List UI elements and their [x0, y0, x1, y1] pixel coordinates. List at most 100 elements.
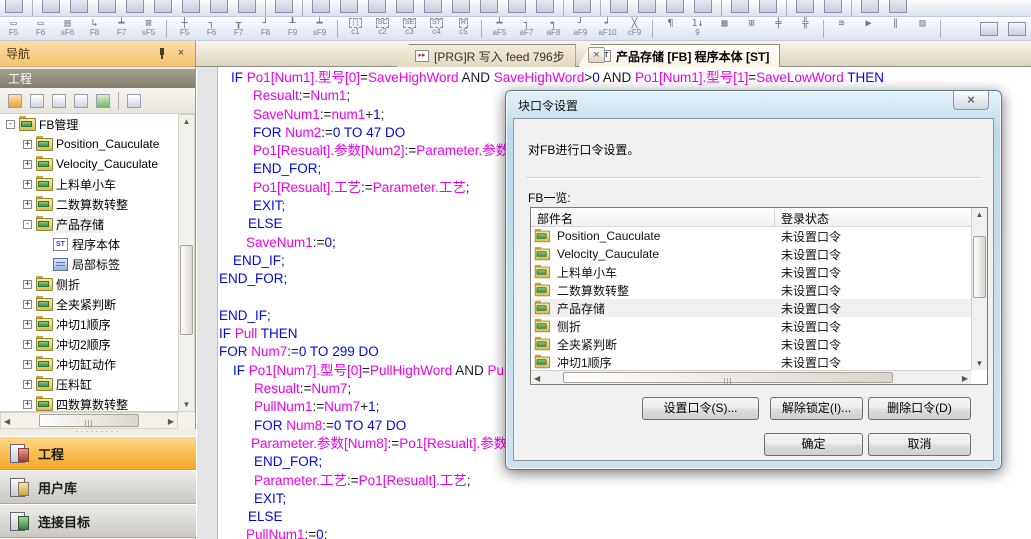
expand-icon[interactable]: + — [23, 320, 32, 329]
monitor-≋-icon[interactable]: ≋ — [829, 18, 854, 40]
tree-scroll-right-icon[interactable]: ▶ — [168, 417, 174, 426]
tree-item-冲切缸动作[interactable]: +冲切缸动作 — [0, 354, 178, 374]
fb-list-row-Position_Cauculate[interactable]: Position_Cauculate未设置口令 — [531, 227, 971, 245]
paste-icon[interactable] — [49, 92, 69, 110]
window-5-icon[interactable] — [421, 0, 445, 16]
inline-st-boxes-c2-icon[interactable]: SCc2 — [370, 18, 395, 40]
cross-reference-icon[interactable] — [691, 0, 715, 16]
panel-button-project[interactable]: 工程 — [0, 436, 196, 470]
collapse-icon[interactable]: - — [6, 120, 15, 129]
list-vertical-scrollbar[interactable]: ▲ ▼ — [971, 208, 987, 370]
list-horizontal-scrollbar[interactable]: ◀ ||| ▶ — [531, 370, 971, 384]
expand-icon[interactable]: + — [23, 380, 32, 389]
column-header-part-name[interactable]: 部件名 — [531, 208, 775, 226]
inline-st-boxes-c4-icon[interactable]: STc4 — [424, 18, 449, 40]
toolbar-end-icon[interactable] — [1005, 19, 1029, 39]
inline-st-boxes-c1-icon[interactable]: ┆┆c1 — [343, 18, 368, 40]
project-section-bar[interactable]: 工程 — [0, 69, 195, 88]
monitor-∥-icon[interactable]: ∥ — [883, 18, 908, 40]
toolbar-end-icon[interactable] — [977, 19, 1001, 39]
tree-item-上料单小车[interactable]: +上料单小车 — [0, 174, 178, 194]
zoom-out-icon[interactable] — [886, 0, 910, 16]
ladder-symbols-1-sF6-icon[interactable]: ▤sF6 — [55, 18, 80, 40]
fb-list-row-全夹紧判断[interactable]: 全夹紧判断未设置口令 — [531, 335, 971, 353]
build-icon[interactable] — [607, 0, 631, 16]
inline-st-boxes-c5-icon[interactable]: Rc5 — [451, 18, 476, 40]
list-scroll-left-icon[interactable]: ◀ — [534, 374, 540, 383]
dialog-button-设置口令S[interactable]: 设置口令(S)... — [642, 397, 759, 420]
column-header-status[interactable]: 登录状态 — [775, 208, 971, 226]
fb-list-row-产品存储[interactable]: 产品存储未设置口令 — [531, 299, 971, 317]
ladder-symbols-3-aF5-icon[interactable]: ┷aF5 — [487, 18, 512, 40]
filter-dropdown-icon[interactable] — [124, 92, 144, 110]
tree-item-Velocity_Cauculate[interactable]: +Velocity_Cauculate — [0, 154, 178, 174]
tree-item-二数算数转整[interactable]: +二数算数转整 — [0, 194, 178, 214]
pin-icon[interactable] — [154, 46, 170, 61]
fb-list-row-Velocity_Cauculate[interactable]: Velocity_Cauculate未设置口令 — [531, 245, 971, 263]
line-delete-icon[interactable] — [207, 0, 231, 16]
expand-icon[interactable]: + — [23, 340, 32, 349]
ladder-symbols-3-aF7-icon[interactable]: ┐aF7 — [514, 18, 539, 40]
list-scroll-right-icon[interactable]: ▶ — [962, 374, 968, 383]
dialog-button-解除锁定I[interactable]: 解除锁定(I)... — [770, 397, 863, 420]
window-3-icon[interactable] — [365, 0, 389, 16]
misc-edit-▦-icon[interactable]: ▦ — [712, 18, 737, 40]
list-scroll-thumb[interactable] — [973, 236, 986, 298]
expand-icon[interactable]: + — [23, 140, 32, 149]
tab-product-store-st[interactable]: ST 产品存储 [FB] 程序本体 [ST] — [578, 44, 780, 67]
list-scroll-down-icon[interactable]: ▼ — [972, 359, 987, 368]
fb-list[interactable]: 部件名 登录状态 Position_Cauculate未设置口令Velocity… — [530, 207, 988, 385]
tab-prg-feed[interactable]: ▸▸ [PRG]R 写入 feed 796步 — [396, 44, 576, 67]
window-1-icon[interactable] — [309, 0, 333, 16]
tree-scroll-up-icon[interactable]: ▲ — [179, 117, 194, 126]
note-icon[interactable] — [123, 0, 147, 16]
window-9-icon[interactable] — [505, 0, 529, 16]
expand-icon[interactable]: + — [23, 360, 32, 369]
select-arrow-icon[interactable] — [2, 0, 26, 16]
tree-scroll-left-icon[interactable]: ◀ — [4, 417, 10, 426]
copy-icon[interactable] — [27, 92, 47, 110]
expand-icon[interactable]: + — [23, 400, 32, 409]
tab-close-button[interactable]: × — [588, 47, 605, 63]
ladder-symbols-1-F5-icon[interactable]: ▭F5 — [1, 18, 26, 40]
misc-edit-╬-icon[interactable]: ╬ — [793, 18, 818, 40]
window-8-icon[interactable] — [477, 0, 501, 16]
dialog-button-删除口令D[interactable]: 删除口令(D) — [868, 397, 971, 420]
nav-close-icon[interactable]: × — [173, 46, 189, 61]
list-hscroll-thumb[interactable]: ||| — [563, 372, 893, 383]
property-icon[interactable] — [71, 92, 91, 110]
panel-button-user-library[interactable]: 用户库 — [0, 470, 196, 504]
tree-item-FB管理[interactable]: -FB管理 — [0, 114, 178, 134]
ladder-symbols-3-aF9-icon[interactable]: ┘aF9 — [568, 18, 593, 40]
ladder-symbols-2-F9-icon[interactable]: ┸F9 — [280, 18, 305, 40]
misc-edit-⊞-icon[interactable]: ⊞ — [739, 18, 764, 40]
find-prev-icon[interactable] — [635, 0, 659, 16]
tree-item-压料缸[interactable]: +压料缸 — [0, 374, 178, 394]
fb-list-row-上料单小车[interactable]: 上料单小车未设置口令 — [531, 263, 971, 281]
window-2-icon[interactable] — [337, 0, 361, 16]
tree-scroll-down-icon[interactable]: ▼ — [179, 400, 194, 409]
line-connect-icon[interactable] — [179, 0, 203, 16]
program-check-icon[interactable] — [570, 0, 594, 16]
expand-icon[interactable]: + — [23, 200, 32, 209]
delete-red-icon[interactable] — [821, 0, 845, 16]
dialog-button-取消[interactable]: 取消 — [868, 433, 971, 456]
tree-item-程序本体[interactable]: ST程序本体 — [0, 234, 178, 254]
device-list-icon[interactable] — [728, 0, 752, 16]
tree-scroll-thumb[interactable] — [180, 245, 193, 335]
ladder-symbols-1-sF5-icon[interactable]: ⊠sF5 — [136, 18, 161, 40]
dialog-button-确定[interactable]: 确定 — [764, 433, 863, 456]
misc-edit-╪-icon[interactable]: ╪ — [766, 18, 791, 40]
panel-button-connection[interactable]: 连接目标 — [0, 504, 196, 538]
tree-item-冲切2顺序[interactable]: +冲切2顺序 — [0, 334, 178, 354]
tree-item-产品存储[interactable]: -产品存储 — [0, 214, 178, 234]
pane-splitter-handle[interactable]: ········· — [0, 429, 196, 436]
expand-icon[interactable]: + — [23, 180, 32, 189]
dialog-close-button[interactable]: × — [953, 91, 989, 110]
tree-item-四数算数转整[interactable]: +四数算数转整 — [0, 394, 178, 412]
edit-icon[interactable] — [272, 0, 296, 16]
ladder-symbols-3-cF9-icon[interactable]: ╳cF9 — [622, 18, 647, 40]
monitor-▥-icon[interactable]: ▥ — [910, 18, 935, 40]
word-replace-down-icon[interactable] — [756, 0, 780, 16]
tree-item-Position_Cauculate[interactable]: +Position_Cauculate — [0, 134, 178, 154]
